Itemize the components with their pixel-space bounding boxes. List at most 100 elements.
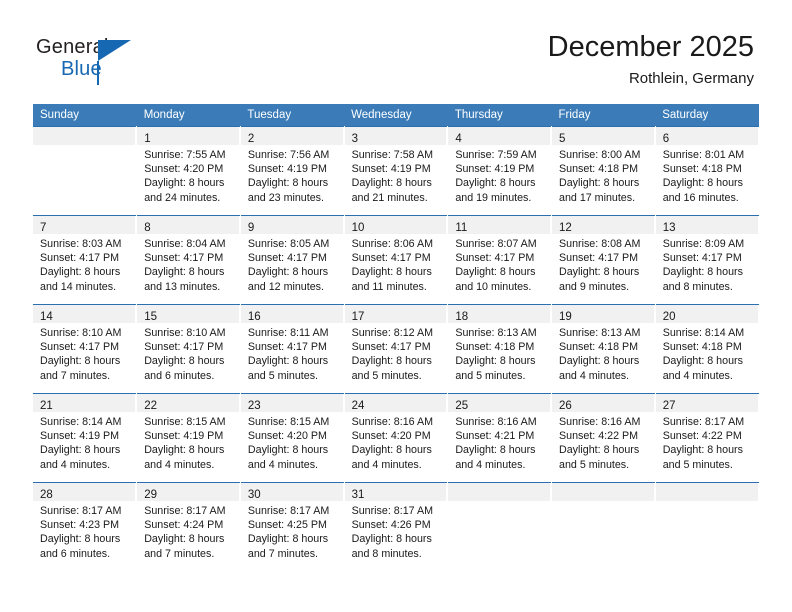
day-detail-lines: Sunrise: 8:14 AM Sunset: 4:19 PM Daylight:…: [33, 412, 136, 472]
calendar-day-cell[interactable]: 3 Sunrise: 7:58 AM Sunset: 4:19 PM Daylight…: [344, 126, 449, 216]
calendar-day-cell[interactable]: 14 Sunrise: 8:10 AM Sunset: 4:17 PM Dayligh…: [33, 304, 138, 394]
calendar-day-cell[interactable]: 8 Sunrise: 8:04 AM Sunset: 4:17 PM Daylight…: [136, 215, 241, 305]
sunrise-text: Sunrise: 8:09 AM: [662, 238, 745, 250]
day-number: 5: [559, 133, 566, 145]
day-number: 18: [455, 311, 469, 323]
day-cell-inner: 31 Sunrise: 8:17 AM Sunset: 4:26 PM Dayligh…: [344, 483, 448, 572]
day-number-strip: 22: [137, 394, 240, 412]
calendar-day-cell[interactable]: 25 Sunrise: 8:16 AM Sunset: 4:21 PM Dayligh…: [447, 393, 553, 483]
day-number-strip: 20: [655, 305, 759, 323]
daylight-text: Daylight: 8 hours: [144, 533, 225, 546]
daylight-text: Daylight: 8 hours: [144, 444, 225, 457]
day-detail-lines: Sunrise: 8:14 AM Sunset: 4:18 PM Daylight:…: [656, 323, 759, 383]
calendar-page: General Blue December 2025 Rothlein, Ger…: [0, 0, 792, 612]
sunset-text: Sunset: 4:17 PM: [144, 252, 224, 265]
calendar-day-cell[interactable]: 16 Sunrise: 8:11 AM Sunset: 4:17 PM Dayligh…: [240, 304, 345, 394]
calendar-day-cell[interactable]: 4 Sunrise: 7:59 AM Sunset: 4:19 PM Daylight…: [447, 126, 553, 216]
calendar-day-cell[interactable]: 17 Sunrise: 8:12 AM Sunset: 4:17 PM Dayligh…: [344, 304, 449, 394]
sunset-text: Sunset: 4:17 PM: [144, 341, 224, 354]
daylight-text: Daylight: 8 hours: [247, 266, 329, 279]
calendar-day-cell[interactable]: 20 Sunrise: 8:14 AM Sunset: 4:18 PM Dayligh…: [655, 304, 759, 394]
day-detail-lines: Sunrise: 8:01 AM Sunset: 4:18 PM Daylight:…: [656, 145, 759, 205]
day-number: 13: [662, 222, 676, 234]
sunrise-text: Sunrise: 8:14 AM: [40, 416, 122, 428]
day-detail-lines: Sunrise: 8:03 AM Sunset: 4:17 PM Daylight:…: [33, 234, 136, 294]
day-cell-inner: 29 Sunrise: 8:17 AM Sunset: 4:24 PM Dayligh…: [137, 483, 240, 572]
calendar-day-cell[interactable]: 9 Sunrise: 8:05 AM Sunset: 4:17 PM Daylight…: [240, 215, 345, 305]
calendar-day-cell[interactable]: 15 Sunrise: 8:10 AM Sunset: 4:17 PM Dayligh…: [136, 304, 241, 394]
day-cell-inner: 13 Sunrise: 8:09 AM Sunset: 4:17 PM Dayligh…: [655, 216, 759, 304]
day-cell-inner: 7 Sunrise: 8:03 AM Sunset: 4:17 PM Daylight…: [33, 216, 137, 304]
daylight-text: Daylight: 8 hours: [559, 355, 640, 368]
calendar-week-row: 21 Sunrise: 8:14 AM Sunset: 4:19 PM Dayligh…: [33, 393, 759, 483]
daylight-text: Daylight: 8 hours: [455, 355, 536, 368]
daylight-text-cont: and 11 minutes.: [351, 280, 427, 293]
calendar-day-cell[interactable]: 5 Sunrise: 8:00 AM Sunset: 4:18 PM Daylight…: [551, 126, 656, 216]
day-cell-inner: 23 Sunrise: 8:15 AM Sunset: 4:20 PM Dayligh…: [240, 394, 344, 482]
day-cell-inner: 19 Sunrise: 8:13 AM Sunset: 4:18 PM Dayligh…: [552, 305, 655, 393]
day-cell-inner: 3 Sunrise: 7:58 AM Sunset: 4:19 PM Daylight…: [344, 127, 448, 215]
daylight-text-cont: and 4 minutes.: [559, 369, 630, 382]
day-cell-inner: 21 Sunrise: 8:14 AM Sunset: 4:19 PM Dayligh…: [33, 394, 137, 482]
sunrise-text: Sunrise: 8:10 AM: [40, 327, 122, 339]
day-detail-lines: Sunrise: 8:17 AM Sunset: 4:25 PM Daylight:…: [241, 501, 344, 561]
calendar-day-cell[interactable]: 12 Sunrise: 8:08 AM Sunset: 4:17 PM Dayligh…: [551, 215, 656, 305]
daylight-text: Daylight: 8 hours: [662, 444, 743, 457]
calendar-day-cell[interactable]: 24 Sunrise: 8:16 AM Sunset: 4:20 PM Dayligh…: [344, 393, 449, 483]
day-cell-inner: 8 Sunrise: 8:04 AM Sunset: 4:17 PM Daylight…: [137, 216, 240, 304]
day-number-strip: [448, 483, 552, 501]
day-detail-lines: Sunrise: 8:10 AM Sunset: 4:17 PM Daylight:…: [137, 323, 240, 383]
calendar-day-cell[interactable]: 10 Sunrise: 8:06 AM Sunset: 4:17 PM Dayligh…: [344, 215, 449, 305]
calendar-day-cell[interactable]: 30 Sunrise: 8:17 AM Sunset: 4:25 PM Dayligh…: [240, 482, 345, 572]
sunrise-text: Sunrise: 8:04 AM: [144, 238, 226, 250]
day-number-strip: 2: [240, 127, 344, 145]
general-blue-logo[interactable]: General Blue: [36, 36, 156, 88]
calendar-day-cell[interactable]: 31 Sunrise: 8:17 AM Sunset: 4:26 PM Dayligh…: [344, 482, 449, 572]
day-number-strip: 8: [137, 216, 240, 234]
day-cell-inner: 6 Sunrise: 8:01 AM Sunset: 4:18 PM Daylight…: [655, 127, 759, 215]
logo-triangle-icon: [98, 40, 131, 61]
day-number: 29: [144, 489, 157, 501]
day-number-strip: 30: [240, 483, 344, 501]
daylight-text-cont: and 7 minutes.: [247, 547, 319, 560]
day-detail-lines: Sunrise: 8:12 AM Sunset: 4:17 PM Daylight:…: [345, 323, 448, 383]
daylight-text: Daylight: 8 hours: [247, 177, 329, 190]
sunrise-text: Sunrise: 8:11 AM: [247, 327, 329, 339]
day-cell-inner: 16 Sunrise: 8:11 AM Sunset: 4:17 PM Dayligh…: [240, 305, 344, 393]
calendar-day-cell[interactable]: 23 Sunrise: 8:15 AM Sunset: 4:20 PM Dayligh…: [240, 393, 345, 483]
calendar-day-cell[interactable]: 27 Sunrise: 8:17 AM Sunset: 4:22 PM Dayligh…: [655, 393, 759, 483]
calendar-day-cell[interactable]: 2 Sunrise: 7:56 AM Sunset: 4:19 PM Daylight…: [240, 126, 345, 216]
calendar-day-cell[interactable]: 26 Sunrise: 8:16 AM Sunset: 4:22 PM Dayligh…: [551, 393, 656, 483]
day-number: 7: [40, 222, 47, 234]
calendar-day-cell[interactable]: 1 Sunrise: 7:55 AM Sunset: 4:20 PM Daylight…: [136, 126, 241, 216]
sunset-text: Sunset: 4:22 PM: [662, 430, 742, 443]
weekday-header-tuesday: Tuesday: [240, 104, 345, 127]
sunset-text: Sunset: 4:23 PM: [40, 519, 120, 532]
day-detail-lines: Sunrise: 8:16 AM Sunset: 4:21 PM Daylight:…: [448, 412, 551, 472]
calendar-day-cell[interactable]: 13 Sunrise: 8:09 AM Sunset: 4:17 PM Dayligh…: [655, 215, 759, 305]
calendar-day-cell[interactable]: 6 Sunrise: 8:01 AM Sunset: 4:18 PM Daylight…: [655, 126, 759, 216]
calendar-day-cell[interactable]: 11 Sunrise: 8:07 AM Sunset: 4:17 PM Dayligh…: [447, 215, 553, 305]
day-cell-inner: 26 Sunrise: 8:16 AM Sunset: 4:22 PM Dayligh…: [552, 394, 655, 482]
calendar-day-cell-empty: [551, 482, 656, 572]
sunrise-text: Sunrise: 8:05 AM: [247, 238, 330, 250]
day-detail-lines: Sunrise: 7:58 AM Sunset: 4:19 PM Daylight:…: [345, 145, 448, 205]
day-number-strip: [33, 127, 137, 145]
calendar-day-cell[interactable]: 21 Sunrise: 8:14 AM Sunset: 4:19 PM Dayligh…: [33, 393, 138, 483]
day-number-strip: 27: [655, 394, 759, 412]
daylight-text-cont: and 13 minutes.: [144, 280, 221, 293]
calendar-day-cell[interactable]: 7 Sunrise: 8:03 AM Sunset: 4:17 PM Daylight…: [33, 215, 138, 305]
calendar-day-cell[interactable]: 18 Sunrise: 8:13 AM Sunset: 4:18 PM Dayligh…: [447, 304, 553, 394]
calendar-day-cell[interactable]: 28 Sunrise: 8:17 AM Sunset: 4:23 PM Dayligh…: [33, 482, 138, 572]
sunrise-text: Sunrise: 8:10 AM: [144, 327, 226, 339]
day-number: 8: [144, 222, 151, 234]
daylight-text-cont: and 14 minutes.: [40, 280, 117, 293]
calendar-day-cell[interactable]: 19 Sunrise: 8:13 AM Sunset: 4:18 PM Dayligh…: [551, 304, 656, 394]
calendar-day-cell[interactable]: 22 Sunrise: 8:15 AM Sunset: 4:19 PM Dayligh…: [136, 393, 241, 483]
calendar-day-cell[interactable]: 29 Sunrise: 8:17 AM Sunset: 4:24 PM Dayligh…: [136, 482, 241, 572]
daylight-text-cont: and 8 minutes.: [351, 547, 422, 560]
daylight-text-cont: and 7 minutes.: [144, 547, 215, 560]
day-detail-lines: Sunrise: 8:08 AM Sunset: 4:17 PM Daylight:…: [552, 234, 655, 294]
sunrise-text: Sunrise: 8:00 AM: [559, 149, 641, 161]
daylight-text-cont: and 24 minutes.: [144, 191, 221, 204]
